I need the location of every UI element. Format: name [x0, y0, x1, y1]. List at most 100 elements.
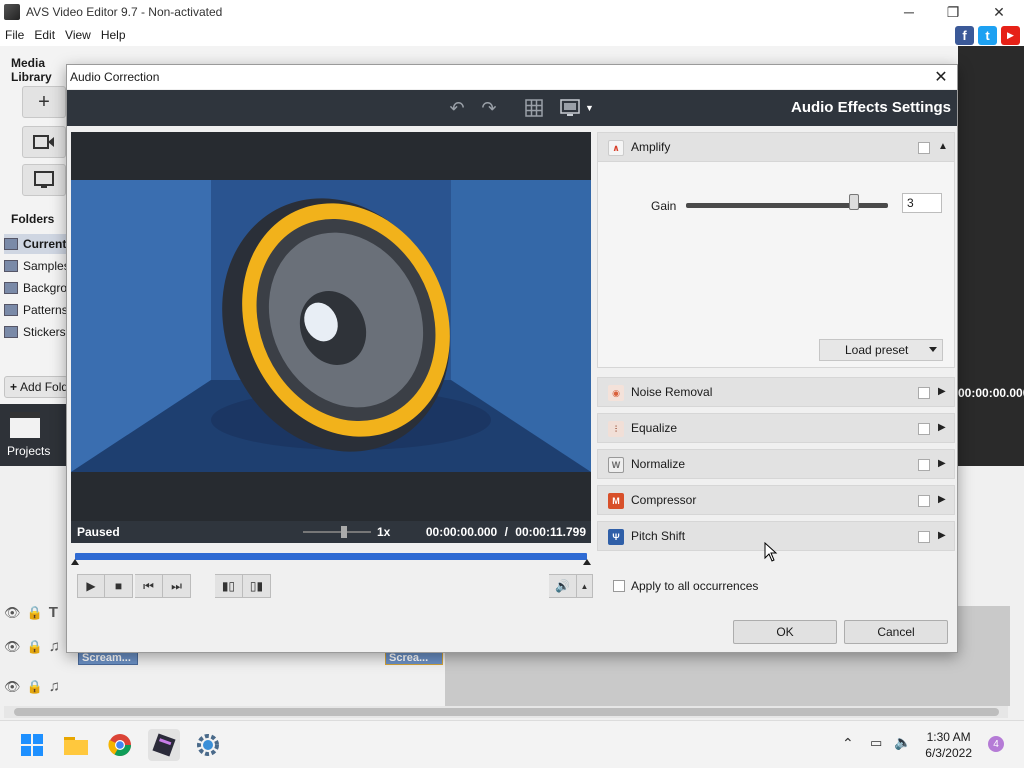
lock-icon[interactable]: 🔒: [27, 605, 43, 621]
effect-checkbox[interactable]: [918, 423, 930, 435]
playback-speed: 1x: [377, 525, 391, 539]
player-status-bar: Paused 1x 00:00:00.000 / 00:00:11.799: [71, 521, 591, 543]
file-explorer-button[interactable]: [60, 729, 92, 761]
expand-arrow-icon[interactable]: ▶: [938, 530, 946, 541]
notification-badge[interactable]: 4: [988, 736, 1004, 752]
clock[interactable]: 1:30 AM 6/3/2022: [925, 729, 972, 761]
menu-help[interactable]: Help: [96, 28, 131, 42]
lock-icon[interactable]: 🔒: [27, 639, 43, 655]
volume-icon[interactable]: 🔈: [894, 734, 911, 751]
effect-label: Noise Removal: [631, 385, 713, 399]
grid-icon[interactable]: [522, 98, 546, 118]
capture-video-button[interactable]: [22, 126, 66, 158]
apply-to-all-checkbox[interactable]: Apply to all occurrences: [613, 579, 758, 593]
folder-patterns[interactable]: Patterns: [4, 300, 66, 320]
play-icon: ▶: [86, 579, 96, 593]
display-mode-dropdown[interactable]: ▼: [557, 98, 597, 118]
music-track-controls: 👁 🔒 ♫: [4, 678, 60, 695]
normalize-icon: W: [608, 457, 624, 473]
eye-icon[interactable]: 👁: [4, 605, 21, 621]
add-media-button[interactable]: +: [22, 86, 66, 118]
gain-label: Gain: [651, 199, 677, 213]
seek-track[interactable]: [75, 553, 587, 560]
end-marker[interactable]: [583, 559, 591, 565]
volume-button[interactable]: 🔊: [549, 574, 577, 598]
dialog-title: Audio Correction: [70, 70, 160, 84]
speed-slider-knob[interactable]: [340, 526, 347, 538]
maximize-button[interactable]: ❐: [930, 0, 976, 24]
cancel-button[interactable]: Cancel: [844, 620, 948, 644]
previous-frame-button[interactable]: ⏮: [135, 574, 163, 598]
amplify-checkbox[interactable]: [918, 142, 930, 154]
start-button[interactable]: [16, 729, 48, 761]
effect-label: Normalize: [631, 457, 686, 471]
projects-button[interactable]: Projects: [0, 404, 66, 466]
display-icon[interactable]: ▭: [870, 735, 882, 751]
close-button[interactable]: ✕: [976, 0, 1022, 24]
eye-icon[interactable]: 👁: [4, 679, 21, 695]
capture-screen-button[interactable]: [22, 164, 66, 196]
effect-checkbox[interactable]: [918, 531, 930, 543]
collapse-arrow-icon[interactable]: ▲: [938, 141, 948, 152]
effect-compressor[interactable]: M Compressor ▶: [597, 485, 955, 515]
equalize-icon: ⫶: [608, 421, 624, 437]
text-track-icon: T: [48, 604, 58, 621]
seek-bar[interactable]: [71, 550, 591, 565]
load-preset-dropdown[interactable]: Load preset: [819, 339, 943, 361]
skip-back-icon: ⏮: [143, 578, 154, 593]
expand-arrow-icon[interactable]: ▶: [938, 422, 946, 433]
facebook-icon[interactable]: f: [955, 26, 974, 45]
minimize-button[interactable]: ─: [886, 0, 932, 24]
effect-checkbox[interactable]: [918, 387, 930, 399]
timeline-clip[interactable]: Screa...: [385, 651, 443, 665]
mark-out-button[interactable]: ▯▮: [243, 574, 271, 598]
timeline-clip[interactable]: Scream...: [78, 651, 138, 665]
folder-backgrounds[interactable]: Backgrounds: [4, 278, 66, 298]
add-folder-button[interactable]: +Add Folder: [4, 376, 68, 398]
menu-view[interactable]: View: [60, 28, 96, 42]
menu-file[interactable]: File: [0, 28, 29, 42]
load-preset-label: Load preset: [845, 343, 909, 357]
next-frame-button[interactable]: ⏭: [163, 574, 191, 598]
effect-noise-removal[interactable]: ◉ Noise Removal ▶: [597, 377, 955, 407]
effect-equalize[interactable]: ⫶ Equalize ▶: [597, 413, 955, 443]
lock-icon[interactable]: 🔒: [27, 679, 43, 695]
dialog-close-button[interactable]: ✕: [929, 65, 953, 89]
youtube-icon[interactable]: ▶: [1001, 26, 1020, 45]
effect-checkbox[interactable]: [918, 495, 930, 507]
chevron-up-icon[interactable]: ⌃: [842, 735, 854, 752]
expand-arrow-icon[interactable]: ▶: [938, 458, 946, 469]
menu-edit[interactable]: Edit: [29, 28, 60, 42]
twitter-icon[interactable]: t: [978, 26, 997, 45]
gain-value-input[interactable]: 3: [902, 193, 942, 213]
eye-icon[interactable]: 👁: [4, 639, 21, 655]
amplify-header[interactable]: ∧ Amplify ▲: [597, 132, 955, 162]
expand-arrow-icon[interactable]: ▶: [938, 386, 946, 397]
gain-slider-knob[interactable]: [848, 194, 859, 210]
effect-checkbox[interactable]: [918, 459, 930, 471]
redo-icon[interactable]: ↷: [477, 98, 501, 118]
avs-editor-taskbar-button[interactable]: [148, 729, 180, 761]
scrollbar-thumb[interactable]: [14, 708, 999, 716]
windows-taskbar: ⌃ ▭ 🔈 1:30 AM 6/3/2022: [0, 720, 1024, 768]
checkbox-box[interactable]: [613, 580, 625, 592]
clock-time: 1:30 AM: [926, 730, 971, 744]
effect-normalize[interactable]: W Normalize ▶: [597, 449, 955, 479]
ok-button[interactable]: OK: [733, 620, 837, 644]
speed-slider[interactable]: [303, 531, 371, 533]
start-marker[interactable]: [71, 559, 79, 565]
stop-button[interactable]: ■: [105, 574, 133, 598]
mark-in-button[interactable]: ▮▯: [215, 574, 243, 598]
settings-button[interactable]: [192, 729, 224, 761]
app-logo-icon: [4, 4, 20, 20]
volume-dropdown[interactable]: ▲: [577, 574, 593, 598]
expand-arrow-icon[interactable]: ▶: [938, 494, 946, 505]
folder-icon: [4, 282, 18, 294]
undo-icon[interactable]: ↶: [445, 98, 469, 118]
timeline-scrollbar[interactable]: [4, 706, 1008, 718]
chrome-button[interactable]: [104, 729, 136, 761]
folder-stickers[interactable]: Stickers: [4, 322, 66, 342]
folder-current[interactable]: Current: [4, 234, 66, 254]
play-button[interactable]: ▶: [77, 574, 105, 598]
folder-samples[interactable]: Samples: [4, 256, 66, 276]
